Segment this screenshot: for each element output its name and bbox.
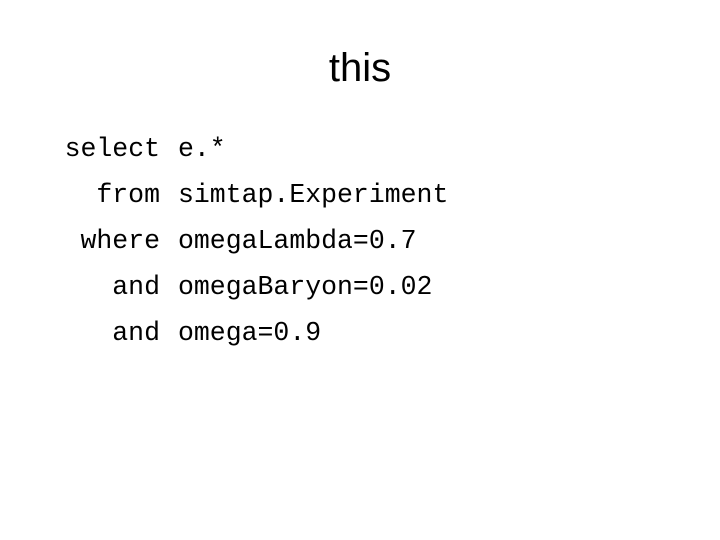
sql-keyword: where xyxy=(80,226,160,256)
sql-line-from: from simtap.Experiment xyxy=(40,172,448,218)
sql-keyword: from xyxy=(96,180,160,210)
slide-title: this xyxy=(328,46,392,90)
sql-clause: omega=0.9 xyxy=(178,318,322,348)
sql-line-and: and omegaBaryon=0.02 xyxy=(40,264,448,310)
sql-line-where: where omegaLambda=0.7 xyxy=(40,218,448,264)
sql-clause: omegaBaryon=0.02 xyxy=(178,272,433,302)
sql-clause: e.* xyxy=(178,134,226,164)
sql-clause: simtap.Experiment xyxy=(178,180,449,210)
sql-clause: omegaLambda=0.7 xyxy=(178,226,417,256)
sql-query: select e.* from simtap.Experiment where … xyxy=(40,126,449,356)
sql-line-select: select e.* xyxy=(40,126,448,172)
sql-keyword: and xyxy=(112,318,160,348)
sql-line-and: and omega=0.9 xyxy=(40,310,448,356)
sql-keyword: and xyxy=(112,272,160,302)
sql-keyword: select xyxy=(64,134,160,164)
